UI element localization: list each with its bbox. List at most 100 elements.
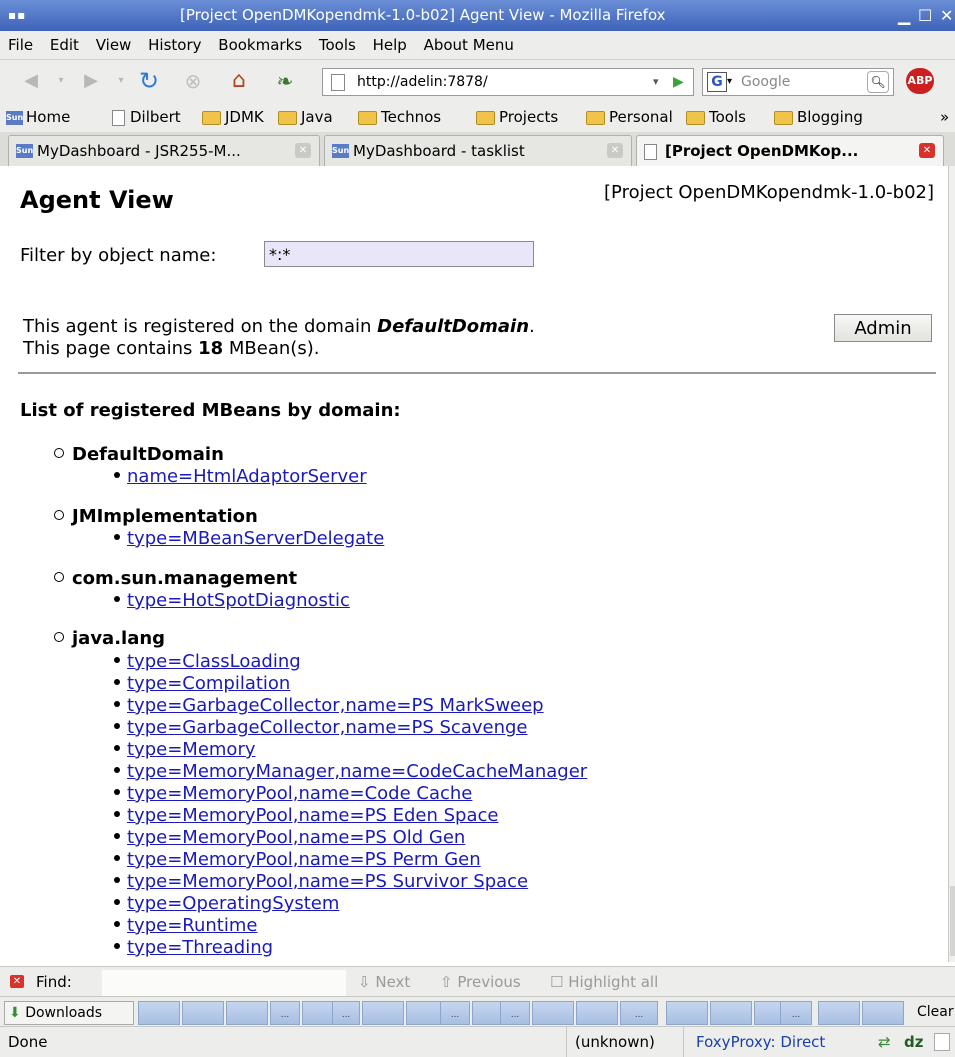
menu-view[interactable]: View (96, 36, 132, 54)
download-slot[interactable] (862, 1001, 904, 1025)
window-menu-icon[interactable]: ▪▪ (8, 0, 26, 31)
mbean-link[interactable]: type=Threading (127, 937, 273, 958)
stop-icon[interactable]: ⊗ (180, 68, 206, 94)
mbean-link[interactable]: type=MemoryPool,name=PS Survivor Space (127, 871, 528, 892)
bookmark-home[interactable]: Sun Home (6, 102, 70, 132)
leaf-icon[interactable]: ❧ (272, 68, 298, 94)
bookmark-blogging[interactable]: Blogging (774, 102, 863, 132)
download-slot[interactable] (138, 1001, 180, 1025)
mbean-item: name=HtmlAdaptorServer (114, 466, 367, 487)
download-slot[interactable]: ... (780, 1001, 812, 1025)
window-titlebar[interactable]: ▪▪ [Project OpenDMKopendmk-1.0-b02] Agen… (0, 0, 955, 31)
download-slot[interactable] (666, 1001, 708, 1025)
close-find-icon[interactable]: ✕ (10, 975, 24, 988)
mbean-link[interactable]: type=Runtime (127, 915, 257, 936)
network-icon[interactable]: ⇄ (878, 1027, 891, 1057)
download-slot[interactable]: ... (332, 1001, 360, 1025)
foxyproxy-status[interactable]: FoxyProxy: Direct (683, 1027, 866, 1057)
maximize-icon[interactable]: ☐ (918, 0, 932, 31)
mbean-link[interactable]: type=MemoryPool,name=PS Perm Gen (127, 849, 481, 870)
find-input[interactable] (102, 970, 346, 996)
menu-history[interactable]: History (148, 36, 201, 54)
mbean-link[interactable]: type=GarbageCollector,name=PS Scavenge (127, 717, 528, 738)
bookmark-tools[interactable]: Tools (686, 102, 746, 132)
bookmarks-overflow-icon[interactable]: » (940, 102, 949, 132)
bookmark-projects[interactable]: Projects (476, 102, 558, 132)
bookmark-java[interactable]: Java (278, 102, 333, 132)
download-slot[interactable] (576, 1001, 618, 1025)
downloads-button[interactable]: ⬇ Downloads (4, 1001, 134, 1025)
home-icon[interactable]: ⌂ (226, 68, 252, 94)
tab-tasklist[interactable]: Sun MyDashboard - tasklist ✕ (324, 135, 632, 166)
mbean-link[interactable]: type=OperatingSystem (127, 893, 339, 914)
find-previous-button[interactable]: ⇧ Previous (440, 967, 521, 997)
tab-close-icon[interactable]: ✕ (607, 143, 623, 158)
google-engine-icon[interactable]: G (707, 72, 727, 92)
mbean-link[interactable]: type=ClassLoading (127, 651, 301, 672)
menu-bookmarks[interactable]: Bookmarks (218, 36, 302, 54)
tab-jsr255[interactable]: Sun MyDashboard - JSR255-M... ✕ (8, 135, 320, 166)
back-icon[interactable]: ◀ (18, 68, 44, 94)
menu-file[interactable]: File (8, 36, 33, 54)
minimize-icon[interactable]: ▁ (898, 0, 910, 31)
url-bar[interactable]: http://adelin:7878/ ▾ ▶ (322, 68, 694, 96)
menu-about[interactable]: About Menu (424, 36, 514, 54)
download-slot[interactable] (532, 1001, 574, 1025)
forward-dropdown-icon[interactable]: ▾ (108, 68, 134, 94)
dz-addon-icon[interactable]: dz (904, 1027, 923, 1057)
close-icon[interactable]: ✕ (940, 0, 953, 31)
tab-close-icon[interactable]: ✕ (919, 143, 935, 158)
tab-close-icon[interactable]: ✕ (295, 143, 311, 158)
download-slot[interactable]: ... (440, 1001, 470, 1025)
admin-button[interactable]: Admin (834, 314, 932, 342)
mbean-link[interactable]: type=HotSpotDiagnostic (127, 590, 350, 611)
addon-page-icon[interactable] (934, 1033, 950, 1051)
menu-tools[interactable]: Tools (319, 36, 356, 54)
url-dropdown-icon[interactable]: ▾ (653, 69, 659, 95)
bullet-icon (114, 657, 120, 663)
circle-bullet-icon (54, 632, 64, 642)
clear-downloads-button[interactable]: Clear (917, 997, 954, 1027)
reload-icon[interactable]: ↻ (136, 68, 162, 94)
menu-help[interactable]: Help (373, 36, 407, 54)
mbean-link[interactable]: type=GarbageCollector,name=PS MarkSweep (127, 695, 544, 716)
download-slot[interactable]: ... (500, 1001, 530, 1025)
mbean-link[interactable]: type=MemoryManager,name=CodeCacheManager (127, 761, 587, 782)
mbean-link[interactable]: type=MemoryPool,name=Code Cache (127, 783, 472, 804)
scrollbar-thumb[interactable] (950, 886, 955, 956)
tab-agent-view[interactable]: [Project OpenDMKop... ✕ (636, 135, 944, 166)
highlight-all-checkbox[interactable]: ☐ Highlight all (550, 967, 658, 997)
bookmark-technos[interactable]: Technos (358, 102, 441, 132)
download-slot[interactable]: ... (270, 1001, 300, 1025)
go-icon[interactable]: ▶ (673, 69, 684, 95)
bookmark-dilbert[interactable]: Dilbert (112, 102, 181, 132)
mbean-link[interactable]: name=HtmlAdaptorServer (127, 466, 367, 487)
bookmark-personal[interactable]: Personal (586, 102, 673, 132)
vertical-scrollbar[interactable] (948, 166, 955, 962)
download-slot[interactable] (362, 1001, 404, 1025)
download-slot[interactable]: ... (620, 1001, 658, 1025)
forward-icon[interactable]: ▶ (78, 68, 104, 94)
mbean-link[interactable]: type=MBeanServerDelegate (127, 528, 384, 549)
menu-edit[interactable]: Edit (50, 36, 79, 54)
back-dropdown-icon[interactable]: ▾ (48, 68, 74, 94)
mbean-link[interactable]: type=MemoryPool,name=PS Old Gen (127, 827, 465, 848)
search-icon[interactable]: 🔍︎ (867, 71, 889, 93)
url-text[interactable]: http://adelin:7878/ (357, 69, 488, 95)
bookmark-jdmk[interactable]: JDMK (202, 102, 264, 132)
download-slot[interactable] (710, 1001, 752, 1025)
engine-dropdown-icon[interactable]: ▾ (727, 69, 732, 95)
bullet-icon (114, 596, 120, 602)
download-slot[interactable] (818, 1001, 860, 1025)
download-slot[interactable] (182, 1001, 224, 1025)
download-slot[interactable] (226, 1001, 268, 1025)
mbean-link[interactable]: type=Compilation (127, 673, 290, 694)
find-next-button[interactable]: ⇩ Next (358, 967, 410, 997)
mbean-link[interactable]: type=MemoryPool,name=PS Eden Space (127, 805, 498, 826)
search-bar[interactable]: G ▾ Google 🔍︎ (702, 68, 894, 96)
mbean-link[interactable]: type=Memory (127, 739, 256, 760)
bookmark-label: Personal (609, 108, 673, 126)
filter-input[interactable] (264, 241, 534, 267)
adblock-icon[interactable]: ABP (906, 68, 934, 94)
folder-icon (202, 110, 221, 125)
